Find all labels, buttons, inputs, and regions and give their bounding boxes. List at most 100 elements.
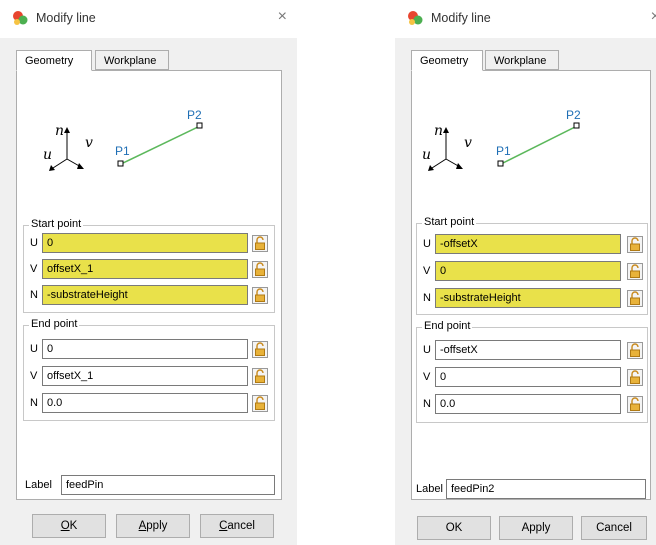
close-icon[interactable]: ×	[278, 8, 287, 26]
start-n-field[interactable]: -substrateHeight	[42, 285, 248, 305]
start-u-row: U 0	[24, 233, 274, 255]
tab-workplane[interactable]: Workplane	[485, 50, 559, 70]
ok-label: K	[69, 520, 78, 532]
axis-label: N	[423, 292, 431, 304]
modify-line-dialog-right: Modify line × Geometry Workplane n v u P…	[395, 0, 656, 545]
lock-icon[interactable]	[627, 396, 643, 413]
end-u-row: U 0	[24, 339, 274, 361]
end-point-title: End point	[422, 320, 473, 332]
cancel-button[interactable]: Cancel	[200, 514, 274, 538]
lock-icon[interactable]	[627, 263, 643, 280]
cancel-button[interactable]: Cancel	[581, 516, 647, 540]
lock-icon[interactable]	[252, 287, 268, 304]
start-n-row: N -substrateHeight	[24, 285, 274, 307]
axis-v-label: v	[464, 135, 472, 151]
end-v-row: V offsetX_1	[24, 366, 274, 388]
p1-label: P1	[496, 144, 511, 158]
p1-marker	[497, 160, 504, 167]
geometry-diagram: n v u P1 P2	[43, 108, 203, 171]
app-icon	[408, 11, 423, 25]
tab-geometry[interactable]: Geometry	[16, 50, 92, 71]
start-point-group: Start point U -offsetX V 0 N -substrateH…	[416, 216, 648, 315]
start-v-row: V 0	[417, 261, 647, 283]
apply-label: pply	[146, 520, 168, 532]
end-n-field[interactable]: 0.0	[42, 393, 248, 413]
lock-icon[interactable]	[627, 236, 643, 253]
close-icon[interactable]: ×	[651, 8, 656, 26]
ok-mnemonic: O	[60, 520, 70, 532]
lock-icon[interactable]	[252, 235, 268, 252]
axis-label: U	[30, 237, 38, 249]
lock-icon[interactable]	[252, 395, 268, 412]
title-bar: Modify line ×	[0, 0, 297, 38]
axis-label: V	[423, 371, 431, 383]
end-u-row: U -offsetX	[417, 340, 647, 362]
title-bar: Modify line ×	[395, 0, 656, 38]
app-icon	[13, 11, 28, 25]
ok-button[interactable]: OK	[32, 514, 106, 538]
axis-label: U	[423, 238, 431, 250]
start-n-field[interactable]: -substrateHeight	[435, 288, 621, 308]
start-v-row: V offsetX_1	[24, 259, 274, 281]
lock-icon[interactable]	[627, 342, 643, 359]
end-point-group: End point U -offsetX V 0 N 0.0	[416, 320, 648, 423]
lock-icon[interactable]	[252, 341, 268, 358]
p1-marker	[117, 160, 124, 167]
end-n-row: N 0.0	[417, 394, 647, 416]
axis-n-label: n	[55, 123, 64, 139]
dialog-title: Modify line	[431, 11, 491, 25]
geometry-diagram: n v u P1 P2	[422, 108, 581, 171]
geometry-panel: n v u P1 P2 Start point U 0 V offsetX_1 …	[16, 70, 282, 500]
start-n-row: N -substrateHeight	[417, 288, 647, 310]
axis-v-label: v	[85, 135, 93, 151]
end-point-title: End point	[29, 318, 80, 330]
start-point-title: Start point	[29, 218, 84, 230]
start-u-row: U -offsetX	[417, 234, 647, 256]
start-v-field[interactable]: offsetX_1	[42, 259, 248, 279]
lock-icon[interactable]	[627, 290, 643, 307]
p1-label: P1	[115, 144, 130, 158]
lock-icon[interactable]	[627, 369, 643, 386]
start-u-field[interactable]: 0	[42, 233, 248, 253]
ok-button[interactable]: OK	[417, 516, 491, 540]
label-input[interactable]: feedPin	[61, 475, 275, 495]
axis-label: U	[30, 343, 38, 355]
tab-workplane[interactable]: Workplane	[95, 50, 169, 70]
dialog-title: Modify line	[36, 11, 96, 25]
label-caption: Label	[25, 479, 52, 491]
apply-button[interactable]: Apply	[499, 516, 573, 540]
apply-button[interactable]: Apply	[116, 514, 190, 538]
axis-label: N	[30, 397, 38, 409]
start-point-group: Start point U 0 V offsetX_1 N -substrate…	[23, 218, 275, 313]
label-input[interactable]: feedPin2	[446, 479, 646, 499]
start-point-title: Start point	[422, 216, 477, 228]
tab-geometry[interactable]: Geometry	[411, 50, 483, 71]
axis-label: V	[30, 370, 38, 382]
end-u-field[interactable]: -offsetX	[435, 340, 621, 360]
axis-label: V	[30, 263, 38, 275]
end-v-field[interactable]: offsetX_1	[42, 366, 248, 386]
axis-n-label: n	[434, 123, 443, 139]
end-n-field[interactable]: 0.0	[435, 394, 621, 414]
axis-label: N	[30, 289, 38, 301]
end-point-group: End point U 0 V offsetX_1 N 0.0	[23, 318, 275, 421]
axis-label: N	[423, 398, 431, 410]
end-n-row: N 0.0	[24, 393, 274, 415]
modify-line-dialog-left: Modify line × Geometry Workplane n v u P…	[0, 0, 297, 545]
end-v-row: V 0	[417, 367, 647, 389]
axis-u-label: u	[422, 147, 431, 163]
start-u-field[interactable]: -offsetX	[435, 234, 621, 254]
end-v-field[interactable]: 0	[435, 367, 621, 387]
p2-marker	[196, 122, 203, 129]
geometry-panel: n v u P1 P2 Start point U -offsetX V 0 N	[411, 70, 651, 500]
axis-label: V	[423, 265, 431, 277]
p2-label: P2	[187, 108, 202, 122]
start-v-field[interactable]: 0	[435, 261, 621, 281]
cancel-label: ancel	[227, 520, 255, 532]
lock-icon[interactable]	[252, 261, 268, 278]
line-segment	[120, 125, 201, 165]
p2-label: P2	[566, 108, 581, 122]
line-segment	[500, 125, 578, 165]
end-u-field[interactable]: 0	[42, 339, 248, 359]
lock-icon[interactable]	[252, 368, 268, 385]
